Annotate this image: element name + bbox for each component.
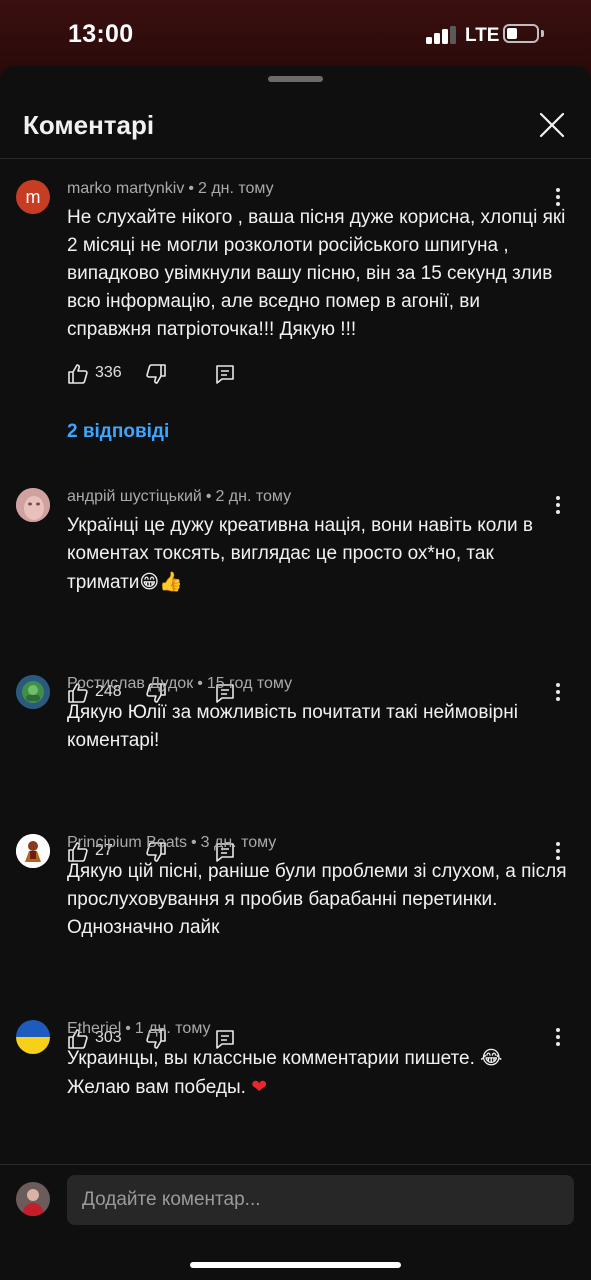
battery-icon xyxy=(503,24,539,43)
close-icon xyxy=(539,112,565,138)
home-indicator[interactable] xyxy=(190,1262,401,1268)
comment-text: Дякую Юлії за можливість почитати такі н… xyxy=(67,702,518,751)
view-replies-link[interactable]: 2 відповіді xyxy=(67,421,169,443)
ukraine-flag-icon xyxy=(16,1020,50,1054)
avatar[interactable] xyxy=(16,834,50,868)
comment-text-body-2: Желаю вам победы. xyxy=(67,1077,252,1098)
close-button[interactable] xyxy=(537,110,567,140)
svg-text:m: m xyxy=(26,187,41,207)
comment-meta: андрій шустіцький • 2 дн. тому xyxy=(67,488,292,505)
avatar[interactable]: m xyxy=(16,180,50,214)
sheet-title: Коментарі xyxy=(23,110,155,140)
comment-author[interactable]: Etheriel xyxy=(67,1020,121,1037)
header-divider xyxy=(0,158,591,159)
comment-time: 2 дн. тому xyxy=(197,180,274,197)
cellular-signal-icon xyxy=(426,26,458,44)
status-time: 13:00 xyxy=(68,20,134,48)
comment-author[interactable]: Ростислав Дудок xyxy=(67,675,193,692)
comment-meta: marko martynkiv • 2 дн. тому xyxy=(67,180,274,197)
drag-handle[interactable] xyxy=(268,76,323,82)
avatar[interactable] xyxy=(16,675,50,709)
comment-author[interactable]: marko martynkiv xyxy=(67,180,184,197)
comment-text: Украинцы, вы классные комментарии пишете… xyxy=(67,1044,567,1102)
comment-author[interactable]: андрій шустіцький xyxy=(67,488,202,505)
heart-emoji: ❤ xyxy=(251,1076,268,1098)
reply-button[interactable] xyxy=(214,362,236,386)
thumbs-up-icon xyxy=(68,364,88,384)
comment-time: 15 год тому xyxy=(206,675,293,692)
comment-text: Українці це дужу креативна нація, вони н… xyxy=(67,512,567,597)
composer-divider xyxy=(0,1164,591,1165)
comment-actions: 336 xyxy=(67,362,367,386)
comment-text-body: Українці це дужу креативна нація, вони н… xyxy=(67,515,534,593)
status-bar: 13:00 LTE xyxy=(0,0,591,66)
comment-text: Не слухайте нікого , ваша пісня дуже кор… xyxy=(67,207,566,340)
comment-meta: Principium Beats • 3 дн. тому xyxy=(67,834,277,851)
avatar[interactable] xyxy=(16,488,50,522)
battery-cap xyxy=(541,30,544,37)
reply-icon xyxy=(216,365,234,384)
comments-sheet: Коментарі m marko martynkiv • 2 дн. тому Н… xyxy=(0,66,591,1280)
screen: 13:00 LTE Коментарі m marko martynkiv • … xyxy=(0,0,591,1280)
dislike-button[interactable] xyxy=(145,362,167,386)
user-avatar[interactable] xyxy=(16,1182,50,1216)
avatar-letter-icon: m xyxy=(26,187,41,207)
thumbs-down-icon xyxy=(146,364,166,384)
avatar[interactable] xyxy=(16,1020,50,1054)
comment-emoji: 😂 xyxy=(480,1047,503,1069)
comment-text: Дякую цій пісні, раніше були проблеми зі… xyxy=(67,861,567,938)
network-type: LTE xyxy=(465,25,500,46)
comment-text-body: Украинцы, вы классные комментарии пишете… xyxy=(67,1048,481,1069)
add-comment-input[interactable] xyxy=(67,1175,574,1225)
comment-time: 2 дн. тому xyxy=(215,488,292,505)
like-count: 336 xyxy=(95,364,122,381)
avatar-photo-icon xyxy=(16,675,50,709)
comment-meta: Etheriel • 1 дн. тому xyxy=(67,1020,211,1037)
comment-emoji: 😁👍 xyxy=(139,571,183,593)
comment-author[interactable]: Principium Beats xyxy=(67,834,187,851)
comment-meta: Ростислав Дудок • 15 год тому xyxy=(67,675,293,692)
comment-time: 3 дн. тому xyxy=(200,834,277,851)
user-avatar-photo-icon xyxy=(16,1182,50,1216)
battery-level xyxy=(507,28,517,39)
avatar-photo-icon xyxy=(16,834,50,868)
comment-time: 1 дн. тому xyxy=(134,1020,211,1037)
avatar-photo-icon xyxy=(16,488,50,522)
